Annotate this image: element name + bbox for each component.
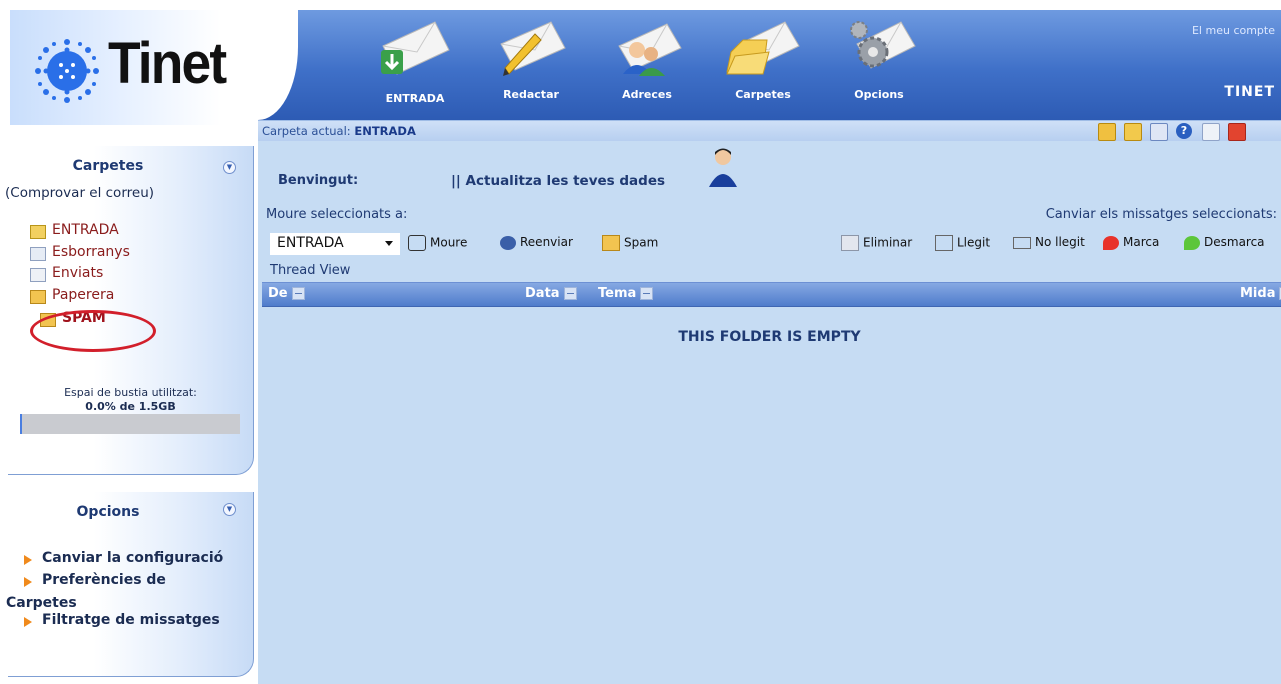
status-subbar: Carpeta actual: ENTRADA ?: [258, 120, 1281, 141]
calendar-icon[interactable]: [1150, 123, 1168, 141]
flag-button[interactable]: Marca: [1103, 235, 1159, 250]
move-icon: [408, 235, 426, 251]
sort-icon[interactable]: [563, 287, 577, 300]
move-folder-select[interactable]: ENTRADA: [270, 233, 400, 255]
nav-addresses-label: Adreces: [622, 88, 672, 101]
option-folder-preferences[interactable]: Preferències de: [42, 572, 166, 588]
forward-button[interactable]: Reenviar: [500, 235, 573, 250]
options-envelope-icon: [850, 21, 916, 69]
chevron-down-icon: [385, 241, 393, 246]
option-message-filtering[interactable]: Filtratge de missatges: [42, 612, 220, 628]
inbox-folder-icon: [30, 225, 46, 239]
compose-envelope-icon: [500, 21, 566, 76]
current-folder: Carpeta actual: ENTRADA: [262, 124, 416, 138]
tinet-burst-icon: [35, 39, 99, 103]
green-pin-icon: [1184, 235, 1200, 250]
unread-envelope-icon: [1013, 236, 1031, 249]
move-selected-label: Moure seleccionats a:: [266, 207, 408, 222]
spam-button[interactable]: Spam: [602, 235, 658, 251]
tinet-logo[interactable]: Tinet: [10, 10, 258, 125]
column-subject[interactable]: Tema: [598, 286, 654, 301]
welcome-label: Benvingut:: [278, 173, 359, 188]
nav-folders-label: Carpetes: [735, 88, 791, 101]
unflag-button[interactable]: Desmarca: [1184, 235, 1265, 250]
delete-button[interactable]: Eliminar: [841, 235, 912, 251]
note-icon[interactable]: [1098, 123, 1116, 141]
sent-folder-icon: [30, 268, 46, 282]
message-table-header: De Data Tema Mida: [262, 282, 1281, 307]
change-selected-label: Canviar els missatges seleccionats:: [1045, 207, 1277, 222]
main-content: Benvingut: || Actualitza les teves dades…: [258, 141, 1281, 684]
new-folder-icon[interactable]: [1124, 123, 1142, 141]
inbox-envelope-icon: [381, 21, 450, 75]
read-envelope-icon: [935, 235, 953, 251]
sort-icon[interactable]: [291, 287, 305, 300]
move-button[interactable]: Moure: [408, 235, 467, 251]
tinet-wordmark: Tinet: [108, 31, 227, 96]
mark-unread-button[interactable]: No llegit: [1013, 235, 1085, 249]
nav-options-label: Opcions: [854, 88, 904, 101]
delete-icon: [841, 235, 859, 251]
spam-icon: [602, 235, 620, 251]
sort-icon[interactable]: [640, 287, 654, 300]
mark-read-button[interactable]: Llegit: [935, 235, 990, 251]
drafts-folder-icon: [30, 247, 46, 261]
quota-bar: [20, 414, 240, 434]
nav-compose-label: Redactar: [503, 88, 559, 101]
current-folder-label: Carpeta actual:: [262, 124, 351, 138]
bullet-arrow-icon: [24, 617, 32, 627]
column-from[interactable]: De: [268, 286, 305, 301]
quota-label: Espai de bustia utilitzat:: [64, 386, 197, 399]
option-folder-preferences-cont[interactable]: Carpetes: [6, 595, 77, 611]
update-data-link[interactable]: || Actualitza les teves dades: [451, 173, 665, 189]
thread-view-link[interactable]: Thread View: [270, 263, 350, 278]
collapse-options-icon[interactable]: ▼: [223, 503, 236, 516]
collapse-folders-icon[interactable]: ▼: [223, 161, 236, 174]
user-avatar-icon: [709, 148, 737, 187]
spam-highlight-circle: [30, 310, 156, 352]
address-book-envelope-icon: [618, 23, 682, 76]
folders-title: Carpetes: [72, 158, 144, 174]
search-icon[interactable]: [1202, 123, 1220, 141]
column-date[interactable]: Data: [525, 286, 577, 301]
current-folder-name: ENTRADA: [354, 124, 416, 138]
red-pin-icon: [1103, 235, 1119, 250]
options-title: Opcions: [76, 504, 140, 520]
folders-envelope-icon: [726, 21, 800, 75]
help-icon[interactable]: ?: [1176, 123, 1192, 139]
nav-curve: [258, 10, 298, 120]
top-navigation: ENTRADA Redactar Adreces Carpetes Opcion…: [258, 10, 1281, 120]
account-name: TINET: [1224, 84, 1275, 100]
bullet-arrow-icon: [24, 577, 32, 587]
empty-folder-message: THIS FOLDER IS EMPTY: [678, 329, 861, 345]
check-mail-link[interactable]: (Comprovar el correu): [5, 185, 154, 201]
column-size[interactable]: Mida: [1240, 286, 1281, 301]
power-off-icon[interactable]: [1228, 123, 1246, 141]
options-panel: Opcions ▼ Canviar la configuració Prefer…: [6, 492, 254, 677]
forward-icon: [500, 235, 516, 250]
quota-value: 0.0% de 1.5GB: [85, 400, 176, 413]
quota-bar-fill: [20, 414, 22, 434]
trash-folder-icon: [30, 290, 46, 304]
option-change-config[interactable]: Canviar la configuració: [42, 550, 223, 566]
nav-inbox-label: ENTRADA: [385, 92, 445, 105]
bullet-arrow-icon: [24, 555, 32, 565]
my-account-link[interactable]: El meu compte: [1192, 24, 1275, 37]
